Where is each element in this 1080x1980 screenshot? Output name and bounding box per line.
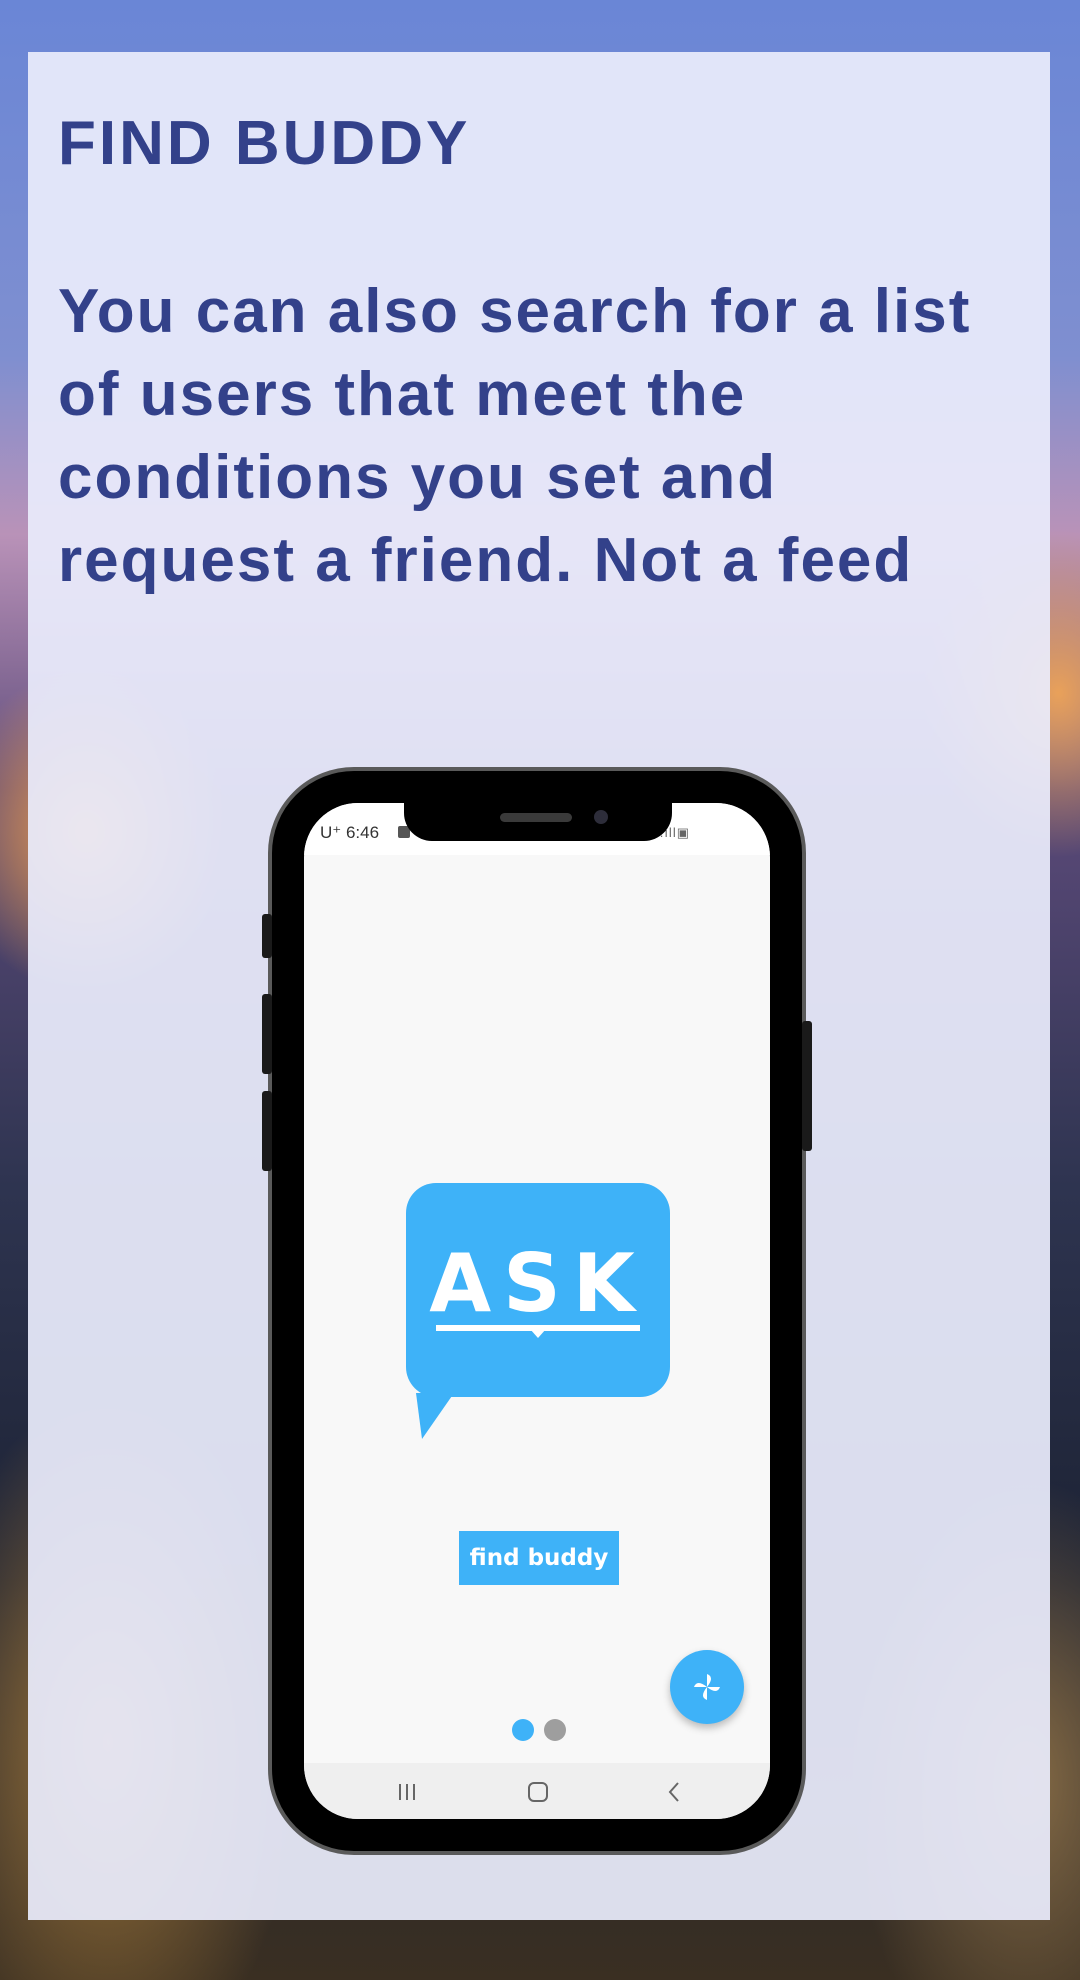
recent-apps-button[interactable] (387, 1779, 427, 1805)
ask-logo: ASK (406, 1183, 670, 1397)
back-icon (668, 1782, 679, 1802)
speech-bubble-tail (416, 1393, 454, 1439)
status-carrier-time: U⁺ 6:46 (320, 823, 380, 842)
navigation-bar (304, 1763, 770, 1819)
bixby-button (262, 1091, 272, 1171)
floating-action-button[interactable] (670, 1650, 744, 1724)
logo-caret (530, 1329, 546, 1338)
find-buddy-label: find buddy (459, 1531, 619, 1585)
page-dot-active[interactable] (512, 1719, 534, 1741)
pinwheel-icon (694, 1674, 720, 1700)
phone-notch (404, 803, 672, 841)
speaker-grille (500, 813, 572, 822)
home-button[interactable] (518, 1779, 558, 1805)
feature-description: You can also search for a list of users … (58, 277, 972, 595)
back-button[interactable] (654, 1779, 694, 1805)
page-dot-inactive[interactable] (544, 1719, 566, 1741)
front-camera (594, 810, 608, 824)
recent-apps-icon (399, 1784, 415, 1800)
home-icon (528, 1782, 548, 1802)
volume-up-button (262, 914, 272, 958)
volume-down-button (262, 994, 272, 1074)
page-heading: FIND BUDDY (58, 109, 471, 178)
logo-text: ASK (429, 1237, 647, 1330)
power-button (802, 1021, 812, 1151)
phone-screen: U⁺ 6:46 ▾.ıll▣ ASK find buddy (304, 803, 770, 1819)
phone-mockup: U⁺ 6:46 ▾.ıll▣ ASK find buddy (262, 767, 812, 1855)
